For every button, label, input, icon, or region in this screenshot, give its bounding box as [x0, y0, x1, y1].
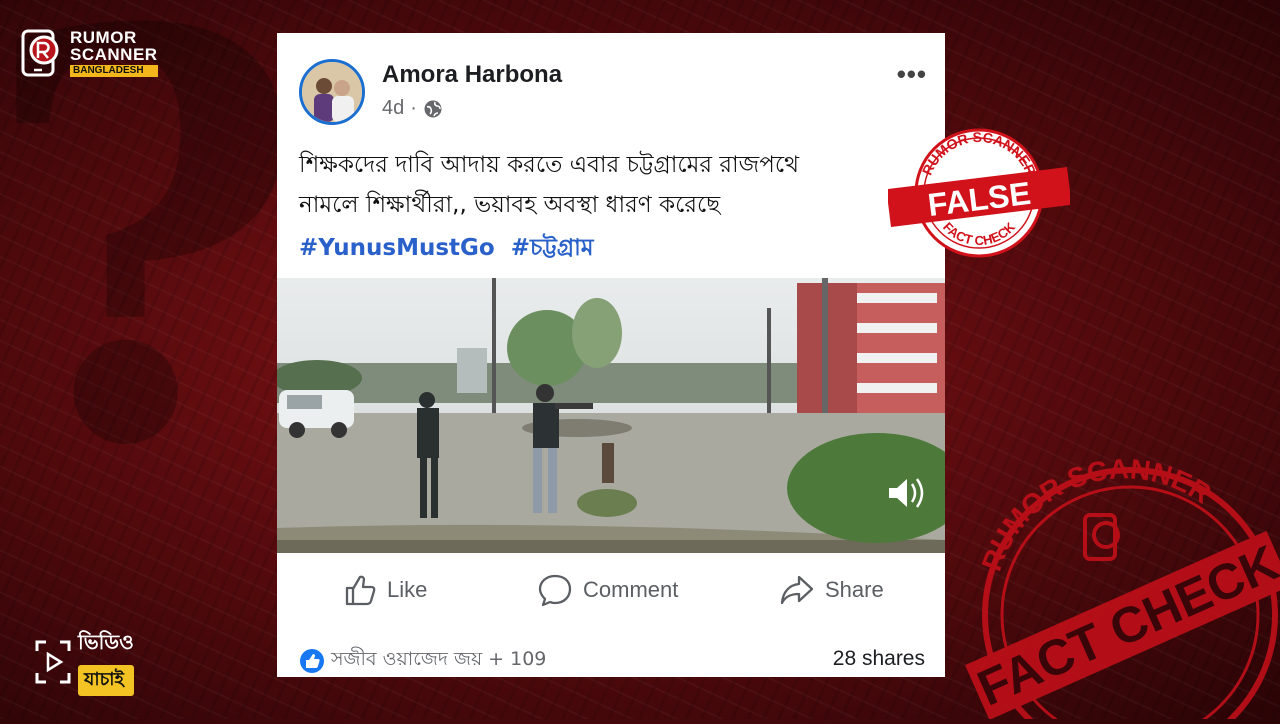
share-button[interactable]: Share — [779, 573, 884, 607]
facebook-post-card: Amora Harbona 4d · ••• শিক্ষকদের দাবি আদ… — [277, 33, 945, 677]
like-button[interactable]: Like — [343, 573, 427, 607]
brand-line-1: RUMOR — [70, 28, 137, 47]
like-reaction-icon — [300, 649, 324, 673]
post-author[interactable]: Amora Harbona — [382, 61, 562, 89]
play-icon — [35, 640, 71, 684]
brand-line-3: BANGLADESH — [70, 65, 158, 77]
share-label: Share — [825, 577, 884, 602]
reactions-summary[interactable]: সজীব ওয়াজেদ জয় + 109 — [299, 645, 546, 677]
video-verify-line-2: যাচাই — [78, 665, 134, 696]
meta-separator: · — [410, 97, 417, 119]
like-icon — [345, 575, 376, 606]
share-icon — [780, 575, 814, 605]
post-footer: সজীব ওয়াজেদ জয় + 109 28 shares — [299, 643, 925, 673]
post-text: শিক্ষকদের দাবি আদায় করতে এবার চট্টগ্রাম… — [299, 152, 800, 218]
like-label: Like — [387, 577, 428, 602]
reactions-text: সজীব ওয়াজেদ জয় + 109 — [331, 648, 547, 670]
rumor-scanner-logo-icon — [21, 29, 59, 77]
video-verify-line-1: ভিডিও — [78, 632, 134, 654]
post-actions: Like Comment Share — [277, 573, 945, 623]
rumor-scanner-logo: RUMOR SCANNER BANGLADESH — [20, 28, 158, 78]
post-meta: 4d · — [382, 97, 443, 120]
hashtag[interactable]: #YunusMustGo — [299, 235, 495, 261]
avatar[interactable] — [299, 59, 365, 125]
more-options-icon[interactable]: ••• — [897, 59, 927, 90]
question-mark-decoration: ? — [0, 0, 309, 569]
false-stamp: RUMOR SCANNER FALSE FACT CHECK — [886, 126, 1072, 260]
post-video[interactable] — [277, 278, 945, 553]
comment-label: Comment — [583, 577, 679, 602]
hashtag[interactable]: #চট্টগ্রাম — [511, 235, 594, 261]
post-time[interactable]: 4d — [382, 97, 404, 120]
fact-check-stamp: RUMOR SCANNER FACT CHECK — [945, 440, 1280, 724]
video-verify-logo: ভিডিও যাচাই — [34, 628, 134, 696]
globe-icon — [424, 100, 442, 117]
brand-line-2: SCANNER — [70, 45, 158, 64]
comment-icon — [538, 574, 572, 607]
comment-button[interactable]: Comment — [537, 573, 678, 607]
shares-count[interactable]: 28 shares — [833, 647, 925, 671]
post-hashtags: #YunusMustGo #চট্টগ্রাম — [299, 229, 602, 268]
